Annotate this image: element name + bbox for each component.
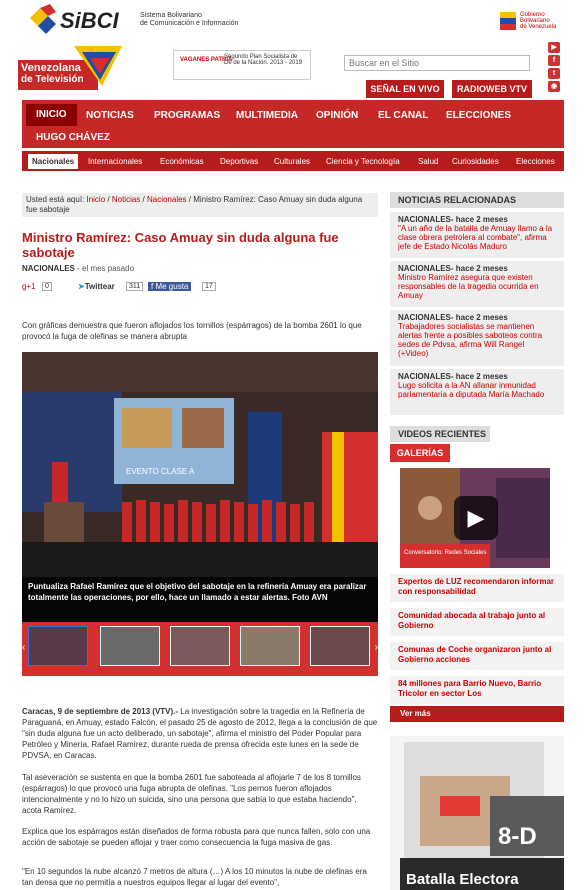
- twitter-bird-icon: ➤: [78, 282, 85, 291]
- facebook-icon[interactable]: f: [548, 55, 560, 66]
- rss-icon[interactable]: ◉: [548, 81, 560, 92]
- prev-arrow-icon[interactable]: ‹: [22, 642, 25, 653]
- gplus-count: 0: [42, 282, 52, 291]
- crumb-nacionales[interactable]: Nacionales: [147, 195, 187, 204]
- vtv-name: Venezolana de Televisión: [21, 62, 84, 86]
- youtube-icon[interactable]: ▶: [548, 42, 560, 53]
- tweet-button[interactable]: ➤Twittear: [78, 282, 115, 291]
- article-paragraph-1: Caracas, 9 de septiembre de 2013 (VTV).-…: [22, 707, 378, 760]
- related-item[interactable]: NACIONALES- hace 2 meses Trabajadores soc…: [390, 310, 564, 366]
- gallery-thumb[interactable]: [170, 626, 230, 666]
- batalla-electoral-ad[interactable]: 8-D Batalla Electora: [390, 736, 564, 890]
- article-paragraph-4: "En 10 segundos la nube alcanzó 7 metros…: [22, 867, 367, 887]
- facebook-like-icon: f: [151, 282, 154, 291]
- subnav-elecciones[interactable]: Elecciones: [512, 154, 559, 169]
- senal-en-vivo-button[interactable]: SEÑAL EN VIVO: [366, 80, 444, 98]
- nav-elecciones[interactable]: ELECCIONES: [440, 104, 517, 128]
- subnav-curiosidades[interactable]: Curiosidades: [448, 154, 503, 169]
- nav-hugo-chavez[interactable]: HUGO CHÁVEZ: [30, 126, 116, 150]
- gallery-thumb[interactable]: [310, 626, 370, 666]
- video-item[interactable]: Expertos de LUZ recomendaron informar co…: [390, 574, 564, 602]
- crumb-inicio[interactable]: Inicio: [86, 195, 105, 204]
- video-item[interactable]: Comunidad abocada al trabajo junto al Go…: [390, 608, 564, 636]
- article-lead: Con gráficas demuestra que fueron afloja…: [22, 321, 362, 341]
- subnav-deportivas[interactable]: Deportivas: [216, 154, 262, 169]
- gallery-thumb[interactable]: [240, 626, 300, 666]
- subnav-economicas[interactable]: Económicas: [156, 154, 208, 169]
- gov-text: Gobierno Bolivariano de Venezuela: [520, 12, 557, 30]
- sub-nav: Nacionales Internacionales Económicas De…: [22, 151, 564, 171]
- subnav-salud[interactable]: Salud: [414, 154, 442, 169]
- related-news-heading: NOTICIAS RELACIONADAS: [390, 192, 564, 208]
- ad-text: Batalla Electora: [406, 871, 519, 888]
- photo-caption: Puntualiza Rafael Ramírez que el objetiv…: [22, 577, 378, 622]
- search-box[interactable]: [344, 55, 530, 71]
- recent-videos-heading[interactable]: VIDEOS RECIENTES: [390, 426, 490, 442]
- nav-opinion[interactable]: OPINIÓN: [310, 104, 364, 128]
- gallery-thumbnails: ‹ ›: [22, 622, 378, 676]
- social-icons: ▶ f t ◉: [548, 42, 562, 94]
- nav-noticias[interactable]: NOTICIAS: [80, 104, 140, 128]
- article-meta: NACIONALES - el mes pasado: [22, 264, 135, 273]
- radioweb-button[interactable]: RADIOWEB VTV: [452, 80, 532, 98]
- next-arrow-icon[interactable]: ›: [375, 642, 378, 653]
- play-icon[interactable]: ▶: [454, 496, 498, 540]
- related-item[interactable]: NACIONALES- hace 2 meses "A un año de la …: [390, 212, 564, 258]
- tweet-count: 311: [126, 282, 144, 291]
- article-title: Ministro Ramírez: Caso Amuay sin duda al…: [22, 230, 339, 260]
- subnav-ciencia[interactable]: Ciencia y Tecnología: [322, 154, 404, 169]
- sibci-tagline: Sistema Bolivariano de Comunicación e In…: [140, 12, 239, 27]
- nav-inicio[interactable]: INICIO: [26, 104, 77, 126]
- ver-mas-link[interactable]: Ver más: [390, 706, 564, 722]
- nav-el-canal[interactable]: EL CANAL: [372, 104, 434, 128]
- sibci-logo[interactable]: SiBCI: [26, 4, 136, 36]
- subnav-culturales[interactable]: Culturales: [270, 154, 314, 169]
- header: Venezolana de Televisión VAGANES PATRIA …: [0, 40, 588, 100]
- nav-programas[interactable]: PROGRAMAS: [148, 104, 226, 128]
- galerias-tab[interactable]: GALERÍAS: [390, 444, 450, 462]
- sibci-name: SiBCI: [60, 8, 120, 33]
- video-player[interactable]: Conversatorio: Redes Sociales ▶: [400, 468, 550, 568]
- ad-image: 8-D Batalla Electora: [390, 736, 564, 890]
- breadcrumb: Usted está aquí: Inicio / Noticias / Nac…: [22, 193, 378, 217]
- twitter-icon[interactable]: t: [548, 68, 560, 79]
- like-button[interactable]: f Me gusta: [148, 282, 192, 291]
- crumb-noticias[interactable]: Noticias: [112, 195, 140, 204]
- gallery-thumb[interactable]: [100, 626, 160, 666]
- ad-big-text: 8-D: [498, 823, 537, 850]
- related-item[interactable]: NACIONALES- hace 2 meses Ministro Ramírez…: [390, 261, 564, 307]
- nav-multimedia[interactable]: MULTIMEDIA: [230, 104, 304, 128]
- top-bar: SiBCI Sistema Bolivariano de Comunicació…: [0, 0, 588, 40]
- like-count: 17: [202, 282, 216, 291]
- header-banner[interactable]: VAGANES PATRIA Segundo Plan Socialista d…: [173, 50, 311, 80]
- subnav-internacionales[interactable]: Internacionales: [84, 154, 146, 169]
- video-item[interactable]: Comunas de Coche organizaron junto al Go…: [390, 642, 564, 670]
- main-nav: INICIO NOTICIAS PROGRAMAS MULTIMEDIA OPI…: [22, 100, 564, 148]
- search-input[interactable]: [345, 56, 529, 70]
- gallery-thumb[interactable]: [28, 626, 88, 666]
- photo-screen-text: EVENTO CLASE A: [126, 467, 195, 476]
- subnav-nacionales[interactable]: Nacionales: [28, 154, 79, 169]
- related-item[interactable]: NACIONALES- hace 2 meses Lugo solicita a …: [390, 369, 564, 415]
- banner-right-text: Segundo Plan Socialista de De de la Naci…: [224, 54, 303, 66]
- article-paragraph-3: Explica que los espárragos están diseñad…: [22, 827, 371, 847]
- gplus-button[interactable]: g+1: [22, 282, 36, 291]
- article-paragraph-2: Tal aseveración se sustenta en que la bo…: [22, 773, 361, 815]
- video-item[interactable]: 84 millones para Barrio Nuevo, Barrio Tr…: [390, 676, 564, 704]
- video-caption: Conversatorio: Redes Sociales: [404, 550, 486, 556]
- share-bar: g+1 0 ➤Twittear 311 f Me gusta 17: [22, 282, 378, 294]
